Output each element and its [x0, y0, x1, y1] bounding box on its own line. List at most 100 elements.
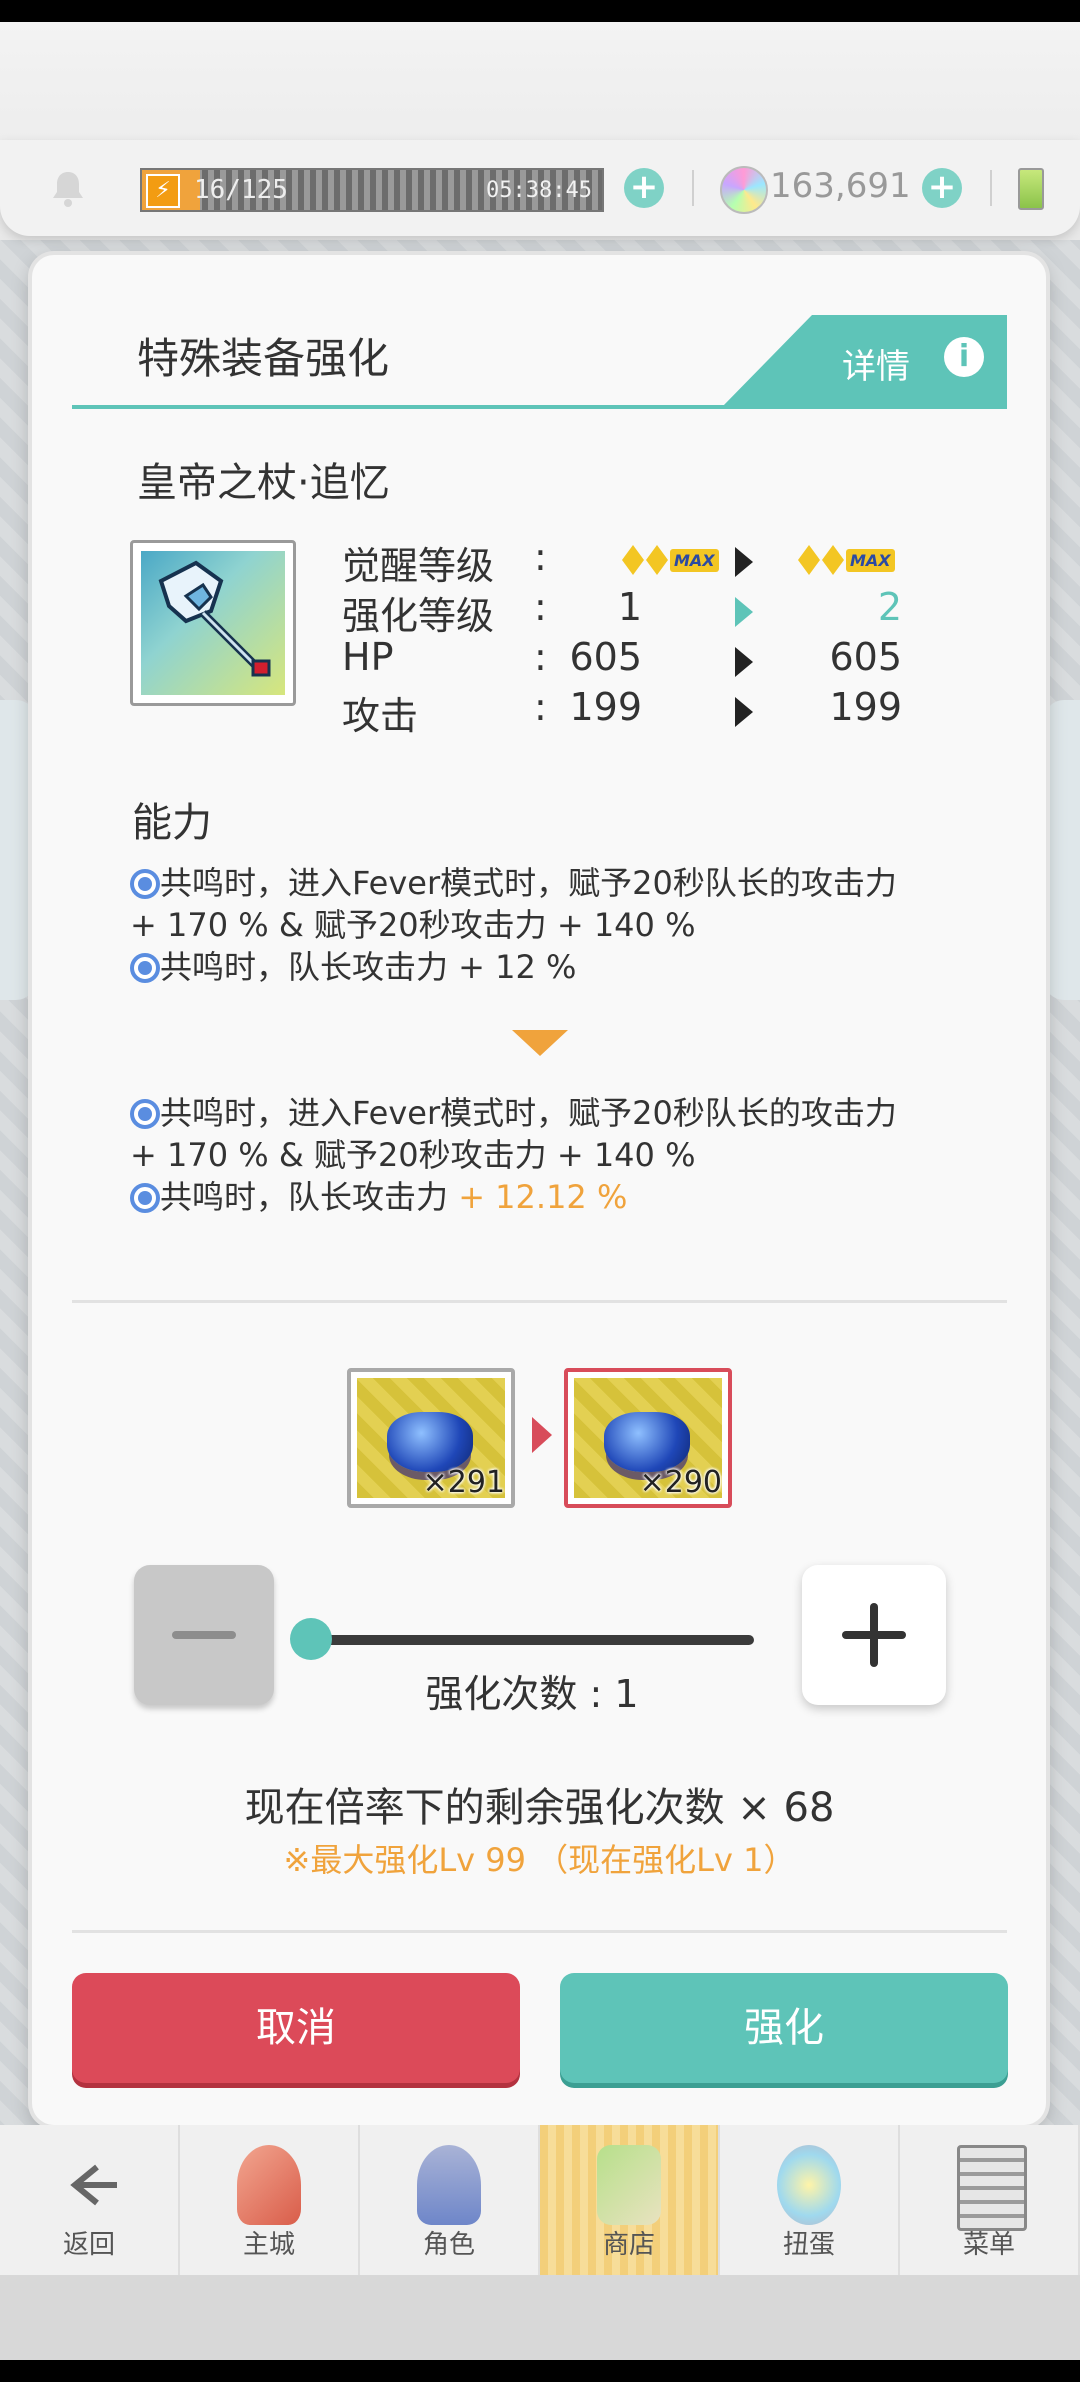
nav-back[interactable]: 返回 [0, 2125, 180, 2275]
gem-count: 163,691 [770, 166, 911, 206]
gacha-icon [777, 2145, 841, 2225]
arrow-right-icon [735, 597, 753, 627]
material-count: ×291 [422, 1465, 505, 1500]
character-icon [417, 2145, 481, 2225]
stat-label: 攻击 [342, 694, 419, 738]
material-current: ×291 [347, 1368, 515, 1508]
info-icon[interactable]: i [944, 337, 984, 377]
stamina-bar: ⚡ 16/125 05:38:45 [140, 168, 604, 212]
awaken-level-from: MAX [622, 541, 719, 579]
nav-character[interactable]: 角色 [360, 2125, 540, 2275]
stamina-timer: 05:38:45 [486, 178, 592, 203]
enhance-count-label: 强化次数 : 1 [425, 1672, 639, 1716]
bullet-icon [130, 1099, 160, 1129]
arrow-right-icon [735, 697, 753, 727]
bell-icon[interactable] [50, 168, 86, 208]
stat-label: 强化等级 [342, 594, 495, 638]
background-panel-right [1044, 700, 1080, 1000]
add-gems-icon[interactable]: + [922, 168, 962, 208]
diamond-icon [622, 545, 644, 575]
item-name: 皇帝之杖·追忆 [137, 460, 390, 506]
max-level-note: ※最大强化Lv 99 （现在强化Lv 1） [283, 1841, 796, 1879]
scepter-icon [141, 551, 285, 695]
bottom-navigation: 返回 主城 角色 商店 扭蛋 菜单 [0, 2125, 1080, 2275]
menu-icon [957, 2145, 1027, 2231]
ability-text: 共鸣时，队长攻击力 [160, 1178, 459, 1216]
nav-shop[interactable]: 商店 [540, 2125, 720, 2275]
stamina-value: 16/125 [194, 175, 288, 205]
ability-heading: 能力 [132, 800, 212, 846]
enhance-button[interactable]: 强化 [560, 1973, 1008, 2083]
battery-icon [1018, 168, 1044, 210]
stat-colon: : [534, 685, 547, 729]
diamond-icon [646, 545, 668, 575]
ability-before-2: 共鸣时，队长攻击力 + 12 % [130, 946, 1010, 988]
resource-bar: ⚡ 16/125 05:38:45 + 163,691 + [0, 140, 1080, 236]
nav-label: 商店 [602, 2230, 655, 2260]
enhance-count-slider[interactable] [312, 1635, 754, 1645]
stat-to: 605 [829, 635, 902, 679]
stat-from: 199 [569, 685, 642, 729]
arrow-right-icon [532, 1417, 552, 1453]
diamond-icon [822, 545, 844, 575]
add-stamina-icon[interactable]: + [624, 168, 664, 208]
arrow-right-icon [735, 547, 753, 577]
stat-colon: : [534, 635, 547, 679]
bullet-icon [130, 953, 160, 983]
ability-text: 共鸣时，进入Fever模式时，赋予20秒队长的攻击力 [160, 1094, 897, 1132]
nav-label: 扭蛋 [782, 2230, 835, 2260]
arrow-right-icon [735, 647, 753, 677]
stat-from: 605 [569, 635, 642, 679]
nav-label: 返回 [62, 2230, 115, 2260]
max-badge: MAX [670, 548, 719, 572]
nav-home[interactable]: 主城 [180, 2125, 360, 2275]
stat-label: HP [342, 635, 394, 679]
castle-icon [237, 2145, 301, 2225]
background-panel-left [0, 700, 36, 1000]
detail-label[interactable]: 详情 [842, 339, 910, 388]
max-badge: MAX [846, 548, 895, 572]
stat-colon: : [534, 535, 547, 579]
system-status-bar [0, 0, 1080, 22]
ability-text: 共鸣时，进入Fever模式时，赋予20秒队长的攻击力 [160, 864, 897, 902]
nav-label: 主城 [242, 2230, 295, 2260]
system-nav-bar [0, 2360, 1080, 2382]
ability-text: + 170 % & 赋予20秒攻击力 + 140 % [130, 1136, 696, 1174]
stat-from: 1 [617, 585, 642, 629]
stat-row-attack: 攻击 : 199 199 [342, 685, 902, 738]
awaken-level-to: MAX [798, 541, 895, 579]
material-after: ×290 [564, 1368, 732, 1508]
ability-text: 共鸣时，队长攻击力 + 12 % [160, 948, 577, 986]
ability-before-1: 共鸣时，进入Fever模式时，赋予20秒队长的攻击力 + 170 % & 赋予2… [130, 862, 1010, 946]
cancel-button[interactable]: 取消 [72, 1973, 520, 2083]
slider-handle[interactable] [290, 1618, 332, 1660]
stat-colon: : [534, 585, 547, 629]
equipment-icon [130, 540, 296, 706]
ability-after-1: 共鸣时，进入Fever模式时，赋予20秒队长的攻击力 + 170 % & 赋予2… [130, 1092, 1010, 1176]
back-arrow-icon [70, 2164, 117, 2206]
enhance-dialog: 特殊装备强化 详情 i 皇帝之杖·追忆 觉醒等级 : MAX MAX 强化等级 … [32, 255, 1046, 2125]
decrease-button[interactable] [134, 1565, 274, 1705]
nav-label: 角色 [422, 2230, 475, 2260]
section-divider [72, 1930, 1007, 1933]
stats-table: 觉醒等级 : MAX MAX 强化等级 : 1 2 HP : 605 605 攻… [342, 535, 902, 738]
diamond-icon [798, 545, 820, 575]
dialog-title: 特殊装备强化 [137, 334, 390, 383]
nav-menu[interactable]: 菜单 [900, 2125, 1080, 2275]
divider [990, 170, 992, 206]
divider [692, 170, 694, 206]
bullet-icon [130, 1183, 160, 1213]
bullet-icon [130, 869, 160, 899]
increase-button[interactable] [802, 1565, 946, 1705]
stat-row-hp: HP : 605 605 [342, 635, 902, 685]
stat-to: 2 [877, 585, 902, 629]
section-divider [72, 1300, 1007, 1303]
ability-value-new: + 12.12 % [458, 1178, 628, 1216]
lightning-icon: ⚡ [146, 174, 180, 208]
stat-to: 199 [829, 685, 902, 729]
material-count: ×290 [639, 1465, 722, 1500]
nav-gacha[interactable]: 扭蛋 [720, 2125, 900, 2275]
stat-label: 觉醒等级 [342, 544, 495, 588]
stat-row-enhance: 强化等级 : 1 2 [342, 585, 902, 638]
nav-label: 菜单 [962, 2230, 1015, 2260]
